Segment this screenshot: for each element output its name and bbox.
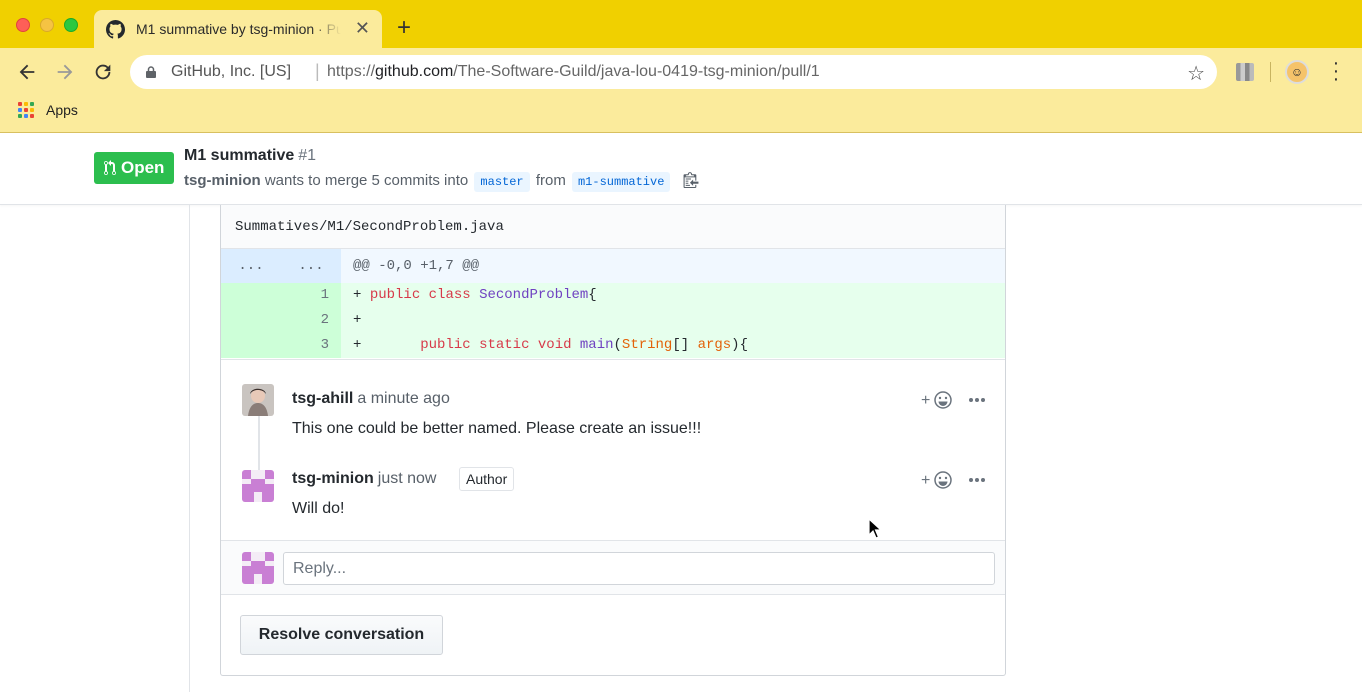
resolve-conversation-button[interactable]: Resolve conversation xyxy=(240,615,443,655)
expand-up-button[interactable]: ... xyxy=(221,249,281,283)
browser-tab[interactable]: M1 summative by tsg-minion · Pull Reques… xyxy=(94,10,382,48)
avatar xyxy=(242,552,274,584)
author-badge: Author xyxy=(459,467,515,491)
tab-close-icon[interactable]: ✕ xyxy=(355,19,370,37)
bookmark-apps[interactable]: Apps xyxy=(46,102,78,118)
reload-icon[interactable] xyxy=(92,61,114,83)
pr-sticky-header: Open M1 summative #1 tsg-minion wants to … xyxy=(0,133,1362,205)
diff-line: 2 + xyxy=(221,308,1005,333)
profile-avatar[interactable]: ☺ xyxy=(1285,60,1309,84)
diff-table: ... ... @@ -0,0 +1,7 @@ 1 + public class … xyxy=(221,249,1005,358)
pull-request-icon xyxy=(104,160,116,175)
pr-author-link[interactable]: tsg-minion xyxy=(184,172,261,189)
back-icon[interactable] xyxy=(16,61,38,83)
minimize-window-button[interactable] xyxy=(40,18,54,32)
avatar[interactable] xyxy=(242,470,274,502)
reply-input[interactable] xyxy=(283,552,995,585)
old-line-number[interactable] xyxy=(221,308,281,333)
tab-title: M1 summative by tsg-minion · Pull Reques… xyxy=(136,21,341,37)
pr-from-text: from xyxy=(535,172,566,189)
timeline-line xyxy=(189,205,190,692)
comment-author[interactable]: tsg-ahill a minute ago xyxy=(292,390,450,408)
comment-body: Will do! xyxy=(292,500,345,517)
diff-line: 1 + public class SecondProblem{ xyxy=(221,283,1005,308)
head-branch[interactable]: m1-summative xyxy=(571,172,671,192)
bookmark-star-icon[interactable]: ☆ xyxy=(1187,61,1205,86)
browser-chrome: M1 summative by tsg-minion · Pull Reques… xyxy=(0,0,1362,133)
expand-down-button[interactable]: ... xyxy=(281,249,341,283)
pr-meta: tsg-minion wants to merge 5 commits into… xyxy=(184,171,699,192)
code-line: + public class SecondProblem{ xyxy=(353,287,597,303)
new-tab-button[interactable]: + xyxy=(397,16,411,40)
base-branch[interactable]: master xyxy=(474,172,530,192)
apps-grid-icon[interactable] xyxy=(18,102,34,118)
url-text: https://github.com/The-Software-Guild/ja… xyxy=(327,63,820,80)
comment-author[interactable]: tsg-minion just now xyxy=(292,470,436,488)
pr-number: #1 xyxy=(298,147,317,164)
pr-state-badge: Open xyxy=(94,152,174,184)
comment-time[interactable]: just now xyxy=(378,470,437,487)
add-reaction-icon[interactable]: + xyxy=(921,390,955,410)
browser-toolbar: GitHub, Inc. [US] | https://github.com/T… xyxy=(0,48,1362,96)
add-reaction-icon[interactable]: + xyxy=(921,470,955,490)
browser-menu-icon[interactable]: · · · xyxy=(1326,53,1346,89)
reply-area xyxy=(221,540,1005,595)
avatar[interactable] xyxy=(242,384,274,416)
svg-text:+: + xyxy=(921,392,930,409)
code-line: + xyxy=(353,312,370,328)
file-path[interactable]: Summatives/M1/SecondProblem.java xyxy=(235,219,504,235)
toolbar-divider xyxy=(1270,62,1271,82)
review-thread: Summatives/M1/SecondProblem.java ... ...… xyxy=(220,205,1006,676)
new-line-number[interactable]: 3 xyxy=(281,333,341,358)
pr-meta-text: wants to merge 5 commits into xyxy=(264,172,469,189)
new-line-number[interactable]: 2 xyxy=(281,308,341,333)
pr-state-label: Open xyxy=(121,158,165,177)
forward-icon[interactable] xyxy=(54,61,76,83)
url-separator: | xyxy=(315,61,320,81)
comment-time[interactable]: a minute ago xyxy=(357,390,450,407)
code-line: + public static void main(String[] args)… xyxy=(353,337,748,353)
lock-icon xyxy=(146,66,156,78)
copy-branch-icon[interactable] xyxy=(683,171,699,188)
maximize-window-button[interactable] xyxy=(64,18,78,32)
old-line-number[interactable] xyxy=(221,333,281,358)
comment-body: This one could be better named. Please c… xyxy=(292,420,702,437)
bookmarks-bar: Apps xyxy=(0,96,1362,132)
file-header: Summatives/M1/SecondProblem.java xyxy=(221,205,1005,249)
address-bar[interactable]: GitHub, Inc. [US] | https://github.com/T… xyxy=(130,55,1217,89)
comment-list: tsg-ahill a minute ago + This one could b… xyxy=(221,359,1005,540)
more-options-icon[interactable] xyxy=(967,390,987,410)
diff-line: 3 + public static void main(String[] args… xyxy=(221,333,1005,358)
pr-title[interactable]: M1 summative #1 xyxy=(184,147,316,165)
extension-icon[interactable] xyxy=(1236,63,1254,81)
hunk-row: ... ... @@ -0,0 +1,7 @@ xyxy=(221,249,1005,283)
hunk-header: @@ -0,0 +1,7 @@ xyxy=(353,258,480,274)
mouse-cursor-icon xyxy=(868,518,882,539)
svg-text:+: + xyxy=(921,472,930,489)
site-identity: GitHub, Inc. [US] xyxy=(171,63,292,80)
more-options-icon[interactable] xyxy=(967,470,987,490)
new-line-number[interactable]: 1 xyxy=(281,283,341,308)
github-icon xyxy=(106,20,125,39)
close-window-button[interactable] xyxy=(16,18,30,32)
old-line-number[interactable] xyxy=(221,283,281,308)
